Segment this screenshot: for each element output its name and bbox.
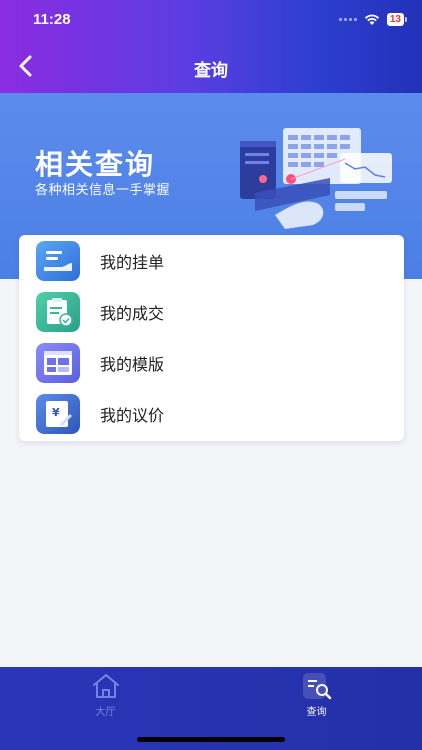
query-menu-card: 我的挂单 我的成交 我的模版 ¥ 我的议价 — [19, 235, 404, 441]
top-header: 11:28 13 查询 — [0, 0, 422, 93]
menu-item-my-deals[interactable]: 我的成交 — [19, 287, 404, 337]
template-grid-icon — [36, 343, 80, 383]
banner-subtitle: 各种相关信息一手掌握 — [35, 183, 171, 198]
cellular-signal-icon — [338, 18, 357, 21]
tab-label: 大厅 — [95, 707, 116, 718]
banner-illustration — [240, 128, 392, 229]
menu-item-label: 我的成交 — [100, 304, 165, 323]
banner-title: 相关查询 — [35, 148, 156, 181]
tab-label: 查询 — [306, 707, 327, 718]
menu-item-my-templates[interactable]: 我的模版 — [19, 338, 404, 388]
status-bar: 11:28 13 — [0, 11, 422, 31]
menu-item-label: 我的议价 — [100, 406, 165, 425]
home-icon — [92, 674, 119, 698]
page-title: 查询 — [194, 61, 228, 81]
menu-item-label: 我的挂单 — [100, 253, 165, 272]
battery-indicator: 13 — [386, 13, 408, 26]
tab-query[interactable]: 查询 — [211, 667, 422, 718]
bargain-price-icon: ¥ — [36, 394, 80, 434]
home-indicator — [137, 737, 285, 742]
query-search-icon — [302, 673, 331, 700]
deal-clipboard-icon — [36, 292, 80, 332]
wifi-icon — [364, 14, 380, 25]
svg-text:¥: ¥ — [52, 406, 60, 419]
status-icons: 13 — [338, 13, 408, 26]
status-time: 11:28 — [33, 11, 71, 28]
menu-item-my-bargains[interactable]: ¥ 我的议价 — [19, 389, 404, 439]
menu-item-my-listings[interactable]: 我的挂单 — [19, 236, 404, 286]
menu-item-label: 我的模版 — [100, 355, 165, 374]
tab-hall[interactable]: 大厅 — [0, 667, 211, 718]
pending-order-icon — [36, 241, 80, 281]
